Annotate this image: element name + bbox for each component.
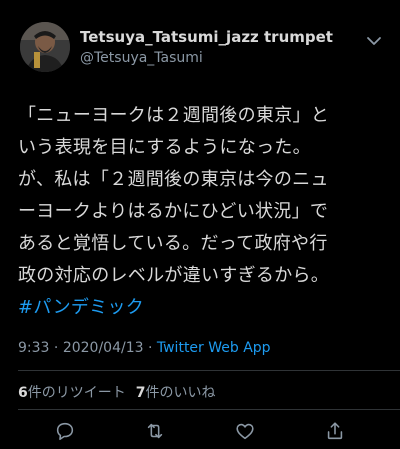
tweet-meta: 9:33 · 2020/04/13 · Twitter Web App (18, 340, 271, 356)
retweets-count: 6 (18, 385, 28, 401)
tweet-time[interactable]: 9:33 (18, 340, 49, 356)
source-link[interactable]: Twitter Web App (157, 340, 271, 356)
divider (18, 370, 400, 371)
retweets-stat[interactable]: 6件のリツイート (18, 385, 126, 401)
tweet-line: あると覚悟している。だって政府や行 (18, 233, 328, 254)
likes-label: 件のいいね (145, 385, 216, 401)
avatar-photo (20, 22, 70, 72)
avatar[interactable] (20, 22, 70, 72)
divider (18, 409, 400, 410)
action-bar (0, 420, 400, 444)
chevron-down-icon[interactable] (366, 32, 382, 45)
display-name[interactable]: Tetsuya_Tatsumi_jazz trumpet (80, 28, 333, 46)
reply-icon[interactable] (54, 420, 76, 442)
user-handle[interactable]: @Tetsuya_Tasumi (80, 50, 203, 66)
tweet-text: 「ニューヨークは２週間後の東京」と いう表現を目にするようになった。 が、私は「… (18, 100, 388, 324)
tweet-date[interactable]: 2020/04/13 (63, 340, 144, 356)
share-icon[interactable] (324, 420, 346, 442)
meta-separator: · (49, 340, 63, 356)
meta-separator: · (143, 340, 157, 356)
tweet-line: ーヨークよりはるかにひどい状況」で (18, 201, 329, 222)
like-icon[interactable] (234, 420, 256, 442)
tweet-line: いう表現を目にするようになった。 (18, 137, 311, 158)
likes-count: 7 (135, 385, 146, 401)
tweet-header: Tetsuya_Tatsumi_jazz trumpet @Tetsuya_Ta… (0, 0, 400, 90)
tweet-line: が、私は「２週間後の東京は今のニュ (18, 169, 329, 190)
tweet-stats: 6件のリツイート 7件のいいね (18, 382, 216, 402)
tweet-line: 政の対応のレベルが違いすぎるから。 (18, 265, 330, 286)
likes-stat[interactable]: 7件のいいね (136, 385, 216, 401)
hashtag-link[interactable]: #パンデミック (18, 292, 388, 324)
retweet-icon[interactable] (144, 420, 166, 442)
retweets-label: 件のリツイート (27, 385, 126, 401)
tweet-line: 「ニューヨークは２週間後の東京」と (18, 105, 330, 126)
